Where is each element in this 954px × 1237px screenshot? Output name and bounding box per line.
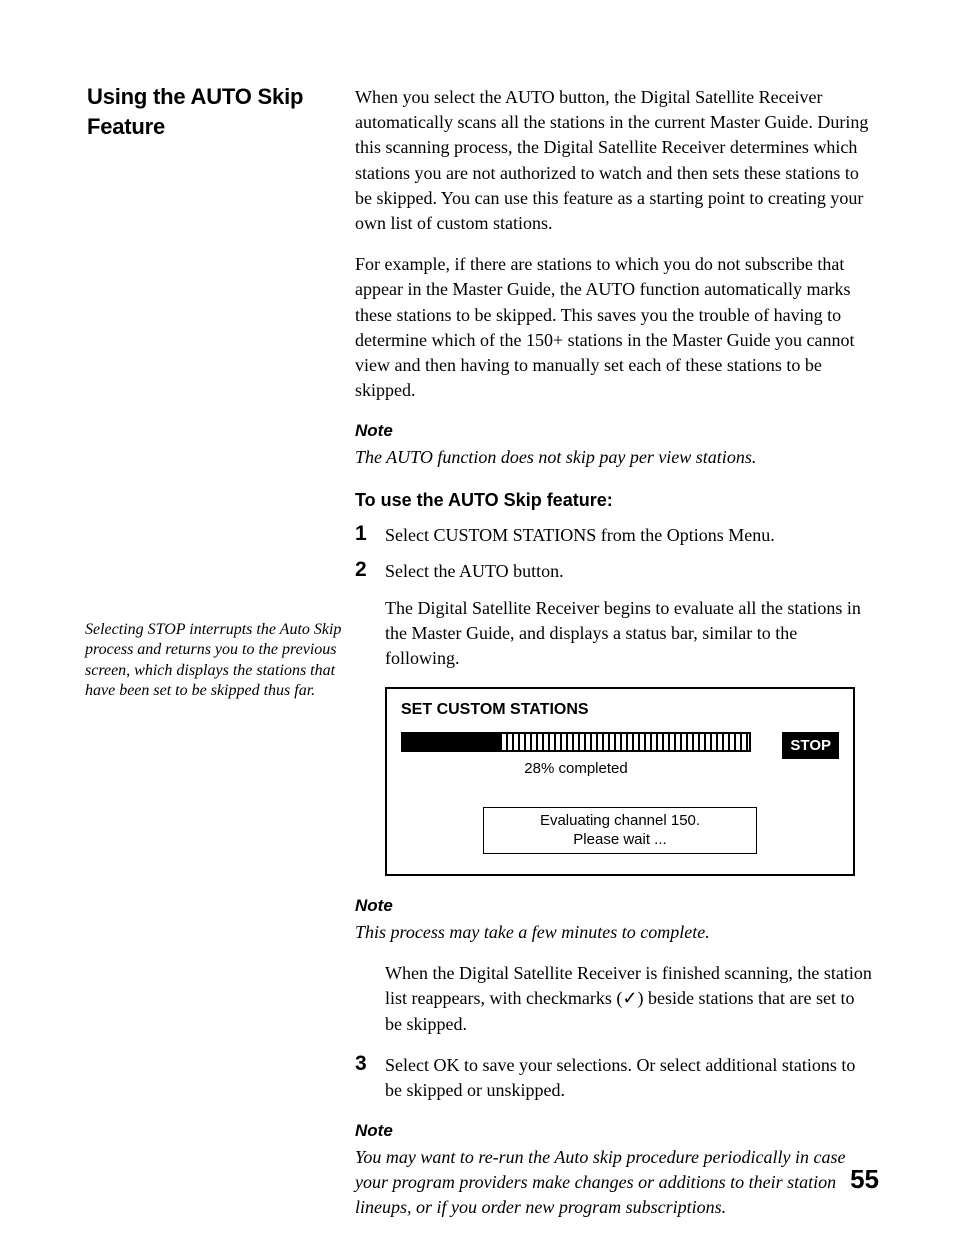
note-label: Note <box>355 894 875 918</box>
status-line: Please wait ... <box>573 831 666 848</box>
step-text: Select the AUTO button. <box>385 559 875 584</box>
diagram-progress-area: 28% completed <box>401 732 772 779</box>
main-content: When you select the AUTO button, the Dig… <box>355 85 875 1237</box>
step-item: Select the AUTO button. The Digital Sate… <box>355 559 875 672</box>
note-text: This process may take a few minutes to c… <box>355 920 875 945</box>
stop-button[interactable]: STOP <box>782 732 839 759</box>
progress-fill <box>403 734 500 750</box>
paragraph: For example, if there are stations to wh… <box>355 252 875 403</box>
note-text: You may want to re-run the Auto skip pro… <box>355 1145 875 1221</box>
status-diagram: SET CUSTOM STATIONS 28% completed STOP E… <box>385 687 855 876</box>
progress-bar <box>401 732 751 752</box>
progress-label: 28% completed <box>401 758 751 779</box>
status-box: Evaluating channel 150. Please wait ... <box>483 807 757 855</box>
step-text: The Digital Satellite Receiver begins to… <box>385 596 875 672</box>
note-label: Note <box>355 419 875 443</box>
diagram-row: 28% completed STOP <box>401 732 839 779</box>
step-item: Select OK to save your selections. Or se… <box>355 1053 875 1103</box>
step-text: Select CUSTOM STATIONS from the Options … <box>385 523 875 548</box>
progress-ticks <box>500 734 749 750</box>
status-line: Evaluating channel 150. <box>540 812 700 829</box>
margin-note: Selecting STOP interrupts the Auto Skip … <box>85 620 343 702</box>
page: Using the AUTO Skip Feature Selecting ST… <box>0 0 954 1235</box>
subheading: To use the AUTO Skip feature: <box>355 488 875 513</box>
step-text: Select OK to save your selections. Or se… <box>385 1053 875 1103</box>
section-heading: Using the AUTO Skip Feature <box>87 82 317 141</box>
step-item: Select CUSTOM STATIONS from the Options … <box>355 523 875 548</box>
step-list: Select OK to save your selections. Or se… <box>355 1053 875 1103</box>
diagram-title: SET CUSTOM STATIONS <box>401 699 839 721</box>
checkmark-icon: ✓ <box>622 988 637 1008</box>
page-number: 55 <box>850 1164 879 1195</box>
paragraph: When you select the AUTO button, the Dig… <box>355 85 875 236</box>
note-label: Note <box>355 1119 875 1143</box>
step-list: Select CUSTOM STATIONS from the Options … <box>355 523 875 671</box>
note-text: The AUTO function does not skip pay per … <box>355 445 875 470</box>
step-continuation: When the Digital Satellite Receiver is f… <box>355 961 875 1037</box>
